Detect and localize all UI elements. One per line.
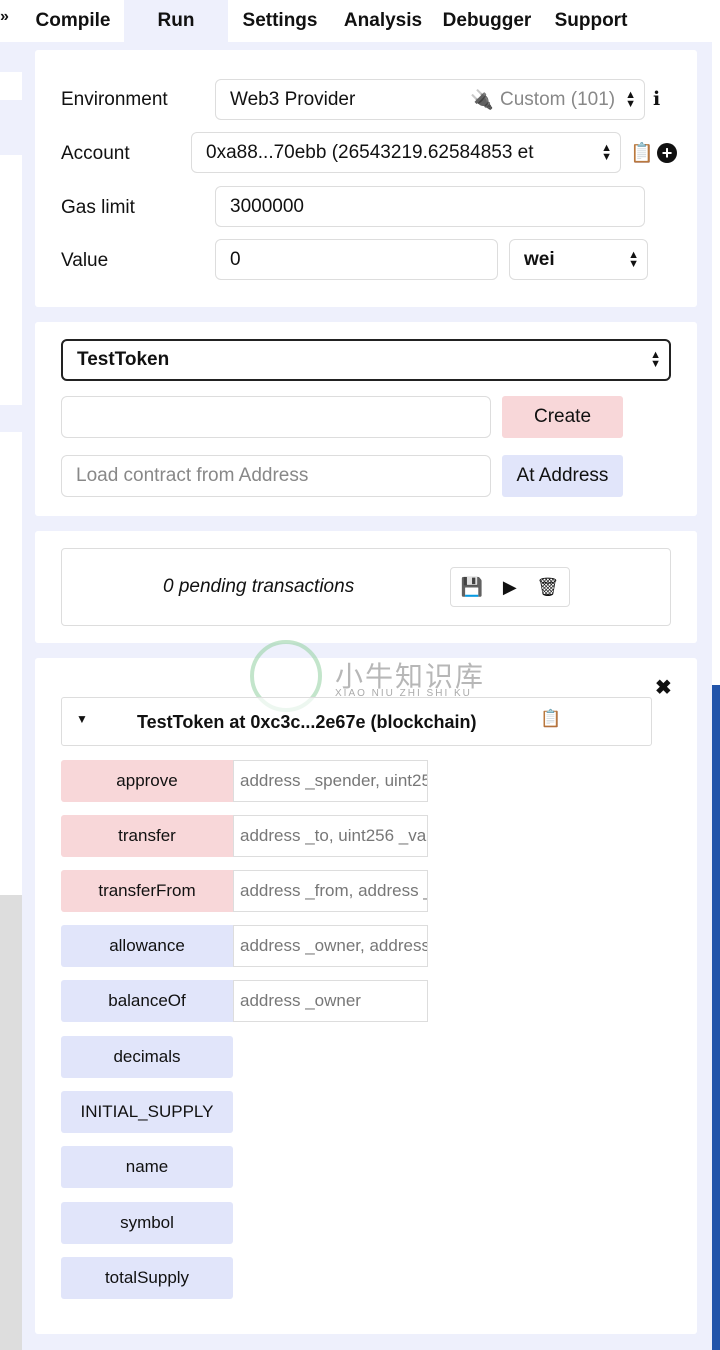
constructor-args-input[interactable] [61, 396, 491, 438]
tab-debugger[interactable]: Debugger [434, 0, 540, 42]
create-button[interactable]: Create [502, 396, 623, 438]
at-address-button[interactable]: At Address [502, 455, 623, 497]
gas-limit-input[interactable]: 3000000 [215, 186, 645, 227]
function-args-input[interactable]: address _to, uint256 _value [233, 815, 428, 857]
gas-limit-label: Gas limit [61, 197, 135, 218]
pending-text: 0 pending transactions [163, 576, 355, 597]
tab-compile[interactable]: Compile [22, 0, 124, 42]
instance-title: TestToken at 0xc3c...2e67e (blockchain) [137, 712, 477, 732]
pending-actions: 💾 ▶ 🗑 [450, 567, 570, 607]
environment-value: Web3 Provider [230, 88, 356, 110]
tab-run[interactable]: Run [124, 0, 228, 42]
close-icon[interactable]: ✖ [655, 675, 672, 700]
value-input[interactable]: 0 [215, 239, 498, 280]
function-args-input[interactable]: address _owner, address _spender [233, 925, 428, 967]
left-panel-edge-row [0, 405, 22, 432]
function-button-initial-supply[interactable]: INITIAL_SUPPLY [61, 1091, 233, 1133]
select-arrows-icon: ▲ ▼ [601, 141, 612, 163]
environment-network: Custom (101) [500, 88, 616, 110]
function-args-input[interactable]: address _from, address _to, uint256 _val… [233, 870, 428, 912]
function-button-allowance[interactable]: allowance [61, 925, 233, 967]
function-button-approve[interactable]: approve [61, 760, 233, 802]
left-panel-edge-row [0, 100, 22, 155]
at-address-input[interactable]: Load contract from Address [61, 455, 491, 497]
instance-header[interactable]: ▼ TestToken at 0xc3c...2e67e (blockchain… [61, 697, 652, 746]
tab-bar: » Compile Run Settings Analysis Debugger… [0, 0, 712, 42]
value-unit: wei [524, 248, 555, 270]
function-button-balanceof[interactable]: balanceOf [61, 980, 233, 1022]
value-unit-select[interactable]: wei ▲ ▼ [509, 239, 648, 280]
contract-select[interactable]: TestToken ▲ ▼ [61, 339, 671, 381]
select-arrows-icon: ▲ ▼ [625, 88, 636, 110]
select-arrows-icon: ▲ ▼ [628, 248, 639, 270]
copy-icon[interactable]: 📋 [630, 141, 654, 165]
copy-address-icon[interactable]: 📋 [540, 709, 561, 729]
function-button-decimals[interactable]: decimals [61, 1036, 233, 1078]
account-select[interactable]: 0xa88...70ebb (26543219.62584853 et ▲ ▼ [191, 132, 621, 173]
account-value: 0xa88...70ebb (26543219.62584853 et [206, 141, 534, 163]
plug-icon: 🔌 [470, 89, 494, 111]
caret-down-icon[interactable]: ▼ [76, 712, 88, 726]
function-button-transfer[interactable]: transfer [61, 815, 233, 857]
collapse-icon[interactable]: » [0, 8, 9, 26]
tab-settings[interactable]: Settings [232, 0, 328, 42]
left-panel-edge-row [0, 42, 22, 72]
environment-select[interactable]: Web3 Provider 🔌 Custom (101) ▲ ▼ [215, 79, 645, 120]
environment-label: Environment [61, 89, 168, 110]
account-label: Account [61, 143, 130, 164]
select-arrows-icon: ▲ ▼ [650, 349, 661, 370]
function-button-name[interactable]: name [61, 1146, 233, 1188]
function-button-transferfrom[interactable]: transferFrom [61, 870, 233, 912]
contract-selected: TestToken [77, 349, 170, 370]
play-icon[interactable]: ▶ [503, 577, 517, 598]
tab-support[interactable]: Support [546, 0, 636, 42]
add-account-icon[interactable]: + [657, 143, 677, 163]
pending-box [61, 548, 671, 626]
tab-analysis[interactable]: Analysis [338, 0, 428, 42]
trash-icon[interactable]: 🗑 [536, 577, 559, 598]
right-panel-blue [712, 685, 720, 1350]
left-panel-edge [0, 42, 22, 895]
info-icon[interactable]: i [653, 88, 660, 110]
save-icon[interactable]: 💾 [461, 577, 483, 598]
function-button-symbol[interactable]: symbol [61, 1202, 233, 1244]
value-label: Value [61, 250, 109, 271]
function-args-input[interactable]: address _spender, uint256 _value [233, 760, 428, 802]
left-panel-bottom [0, 895, 22, 1350]
function-button-totalsupply[interactable]: totalSupply [61, 1257, 233, 1299]
function-args-input[interactable]: address _owner [233, 980, 428, 1022]
